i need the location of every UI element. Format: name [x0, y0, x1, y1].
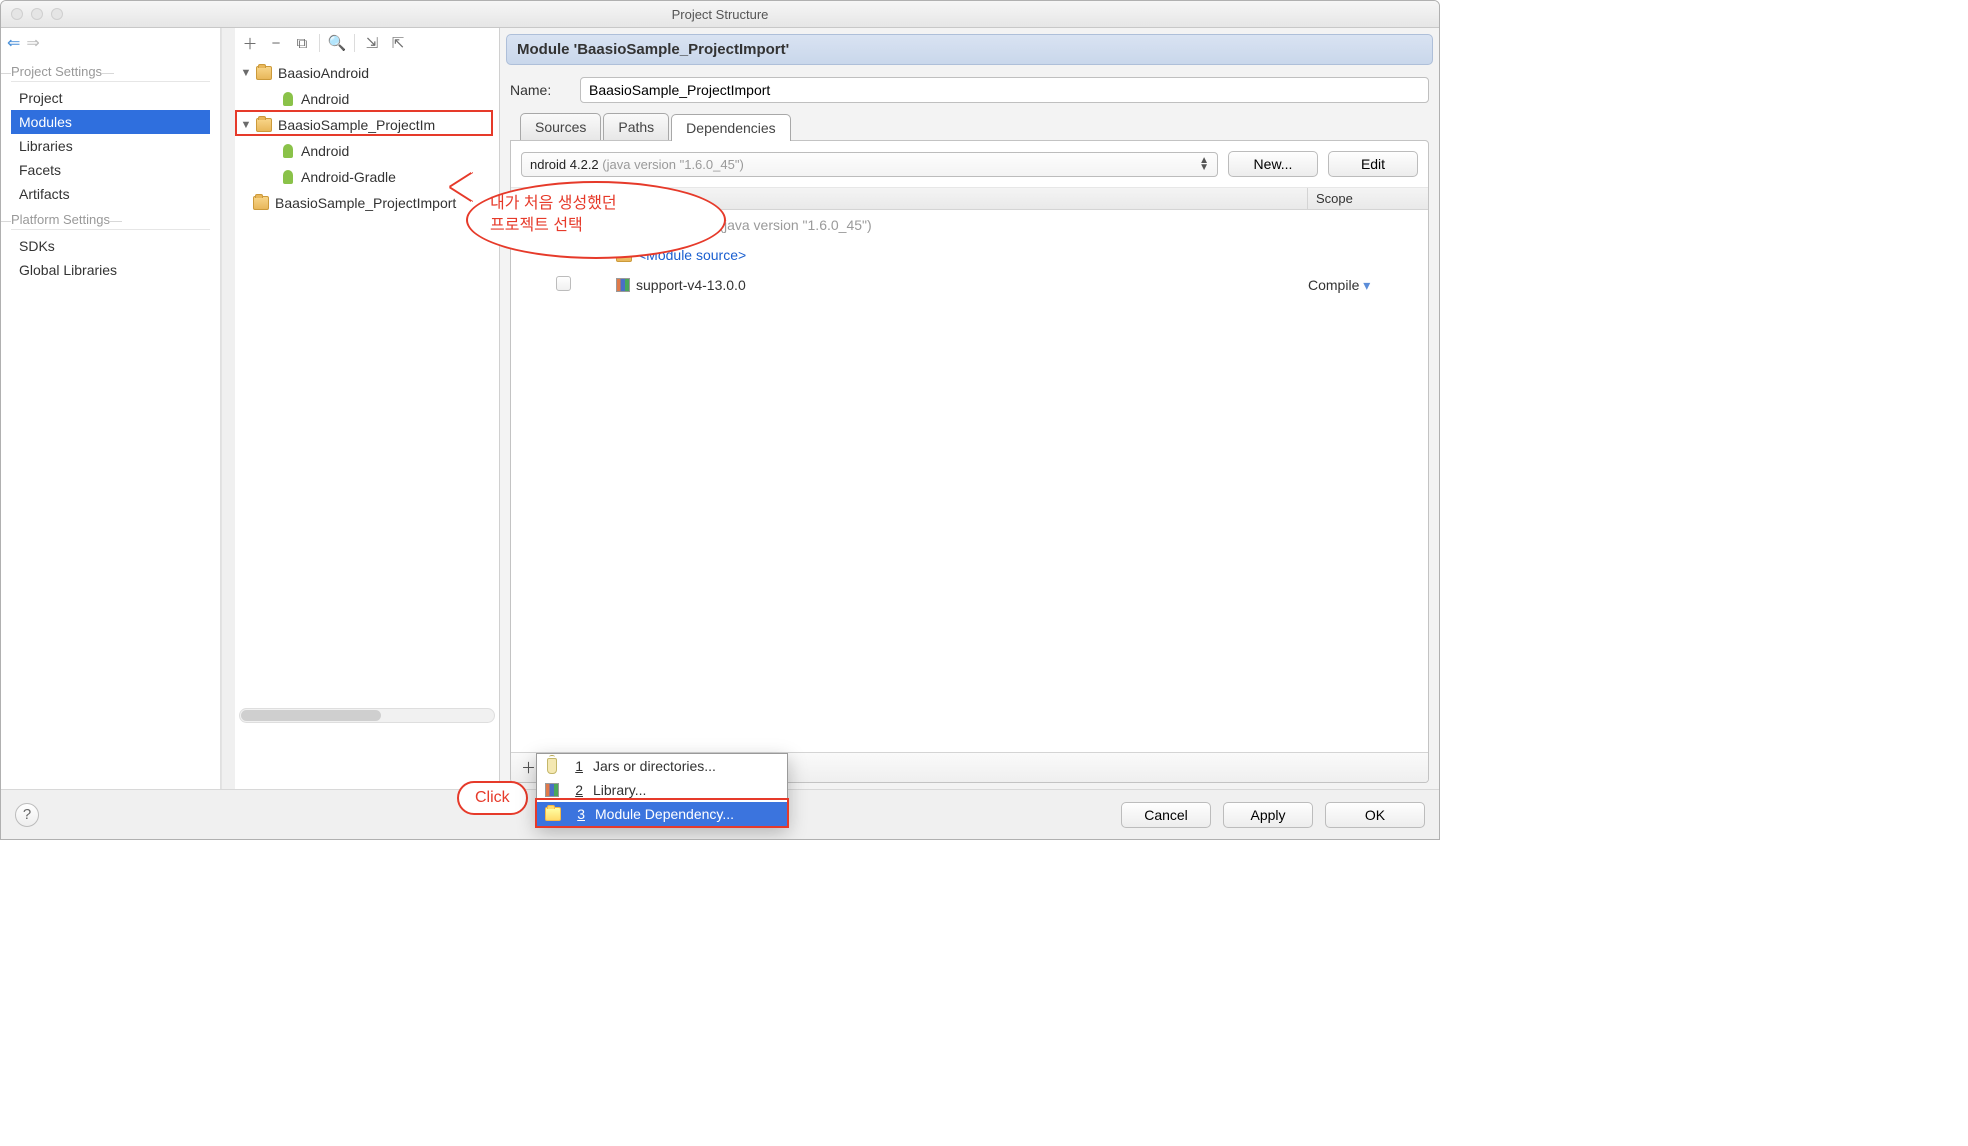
help-button[interactable]: ? [15, 803, 39, 827]
tree-row[interactable]: Android [235, 138, 499, 164]
project-structure-dialog: Project Structure ⇐ ⇒ Project Settings P… [0, 0, 1440, 840]
folder-icon [545, 807, 561, 821]
popup-item-label: Library... [593, 782, 646, 798]
android-icon [281, 144, 295, 158]
sidebar-item-sdks[interactable]: SDKs [11, 234, 210, 258]
module-tabs: Sources Paths Dependencies [520, 113, 1433, 140]
dialog-content: ⇐ ⇒ Project Settings Project Modules Lib… [1, 28, 1439, 789]
sdk-value: ndroid 4.2.2 [530, 157, 599, 172]
remove-icon[interactable]: − [267, 34, 285, 52]
tree-label: BaasioSample_ProjectImport [275, 195, 456, 211]
tree-label: BaasioSample_ProjectIm [278, 117, 435, 133]
export-checkbox[interactable] [556, 276, 571, 291]
ok-button[interactable]: OK [1325, 802, 1425, 828]
tree-row[interactable]: ▼BaasioAndroid [235, 60, 499, 86]
add-dependency-popup: 1 Jars or directories... 2 Library... 3 … [536, 753, 788, 827]
dropdown-stepper-icon: ▲▼ [1199, 157, 1209, 171]
popup-item-library[interactable]: 2 Library... [537, 778, 787, 802]
module-editor: Module 'BaasioSample_ProjectImport' Name… [500, 28, 1439, 789]
toolbar-separator [319, 34, 320, 52]
name-label: Name: [510, 82, 580, 98]
tab-sources[interactable]: Sources [520, 113, 601, 140]
window-title: Project Structure [672, 7, 769, 22]
sidebar-item-project[interactable]: Project [11, 86, 210, 110]
back-icon[interactable]: ⇐ [7, 33, 20, 53]
add-icon[interactable]: ＋ [241, 34, 259, 52]
tree-row[interactable]: Android [235, 86, 499, 112]
tree-horizontal-scrollbar[interactable] [239, 708, 495, 723]
sidebar-item-libraries[interactable]: Libraries [11, 134, 210, 158]
tree-label: Android [301, 91, 349, 107]
popup-item-num: 1 [565, 758, 583, 774]
tree-row-selected-baasiosample[interactable]: ▼BaasioSample_ProjectIm [235, 112, 499, 138]
module-name-input[interactable] [580, 77, 1429, 103]
window-controls [11, 8, 63, 20]
sidebar-item-global-libraries[interactable]: Global Libraries [11, 258, 210, 282]
module-sdk-row: ndroid 4.2.2 (java version "1.6.0_45") ▲… [511, 141, 1428, 188]
jar-icon [547, 758, 557, 774]
android-icon [281, 170, 295, 184]
apply-button[interactable]: Apply [1223, 802, 1313, 828]
minimize-dot[interactable] [31, 8, 43, 20]
dep-label: support-v4-13.0.0 [636, 277, 746, 293]
dep-dim: (java version "1.6.0_45") [719, 217, 871, 233]
section-platform-settings: Platform Settings [11, 212, 210, 230]
popup-item-num: 3 [567, 806, 585, 822]
popup-item-jars[interactable]: 1 Jars or directories... [537, 754, 787, 778]
annotation-text: 내가 처음 생성했던 [490, 193, 702, 215]
scrollbar-thumb[interactable] [241, 710, 381, 721]
dependencies-list[interactable]: Android 4.2.2 (java version "1.6.0_45") … [511, 210, 1428, 752]
col-name [616, 188, 1308, 209]
android-icon [281, 92, 295, 106]
tree-toolbar: ＋ − ⧉ 🔍 ⇲ ⇱ [235, 28, 499, 58]
history-nav: ⇐ ⇒ [1, 28, 220, 58]
toolbar-separator [354, 34, 355, 52]
annotation-text: Click [475, 789, 510, 806]
sdk-version: (java version "1.6.0_45") [602, 157, 743, 172]
collapse-all-icon[interactable]: ⇱ [389, 34, 407, 52]
tab-paths[interactable]: Paths [603, 113, 669, 140]
popup-item-label: Module Dependency... [595, 806, 734, 822]
folder-icon [256, 118, 272, 132]
tree-label: Android [301, 143, 349, 159]
folder-icon [253, 196, 269, 210]
tab-dependencies[interactable]: Dependencies [671, 114, 791, 141]
popup-item-module-dependency[interactable]: 3 Module Dependency... [537, 802, 787, 826]
expand-all-icon[interactable]: ⇲ [363, 34, 381, 52]
popup-item-label: Jars or directories... [593, 758, 716, 774]
popup-item-num: 2 [565, 782, 583, 798]
sidebar-item-artifacts[interactable]: Artifacts [11, 182, 210, 206]
sidebar-item-modules[interactable]: Modules [11, 110, 210, 134]
col-scope: Scope [1308, 188, 1428, 209]
dep-row[interactable]: support-v4-13.0.0 Compile [511, 270, 1428, 300]
search-icon[interactable]: 🔍 [328, 34, 346, 52]
titlebar: Project Structure [1, 1, 1439, 28]
module-header: Module 'BaasioSample_ProjectImport' [506, 34, 1433, 65]
cancel-button[interactable]: Cancel [1121, 802, 1211, 828]
sdk-new-button[interactable]: New... [1228, 151, 1318, 177]
close-dot[interactable] [11, 8, 23, 20]
annotation-bubble-tail [451, 173, 473, 201]
forward-icon[interactable]: ⇒ [26, 33, 39, 53]
modules-tree[interactable]: ▼BaasioAndroid Android ▼BaasioSample_Pro… [235, 58, 499, 770]
folder-icon [256, 66, 272, 80]
sidebar-item-facets[interactable]: Facets [11, 158, 210, 182]
modules-tree-panel: ＋ − ⧉ 🔍 ⇲ ⇱ ▼BaasioAndroid Android ▼Baas… [235, 28, 500, 789]
library-icon [545, 783, 559, 797]
tree-label: Android-Gradle [301, 169, 396, 185]
tree-label: BaasioAndroid [278, 65, 369, 81]
copy-icon[interactable]: ⧉ [293, 34, 311, 52]
annotation-bubble-select-project: 내가 처음 생성했던 프로젝트 선택 [466, 181, 726, 259]
zoom-dot[interactable] [51, 8, 63, 20]
left-splitter[interactable] [221, 28, 235, 789]
section-project-settings: Project Settings [11, 64, 210, 82]
sdk-edit-button[interactable]: Edit [1328, 151, 1418, 177]
module-sdk-dropdown[interactable]: ndroid 4.2.2 (java version "1.6.0_45") ▲… [521, 152, 1218, 177]
library-icon [616, 278, 630, 292]
annotation-bubble-click: Click [457, 781, 528, 815]
left-sidebar: ⇐ ⇒ Project Settings Project Modules Lib… [1, 28, 221, 789]
annotation-text: 프로젝트 선택 [490, 215, 702, 237]
scope-dropdown[interactable]: Compile [1308, 277, 1428, 294]
